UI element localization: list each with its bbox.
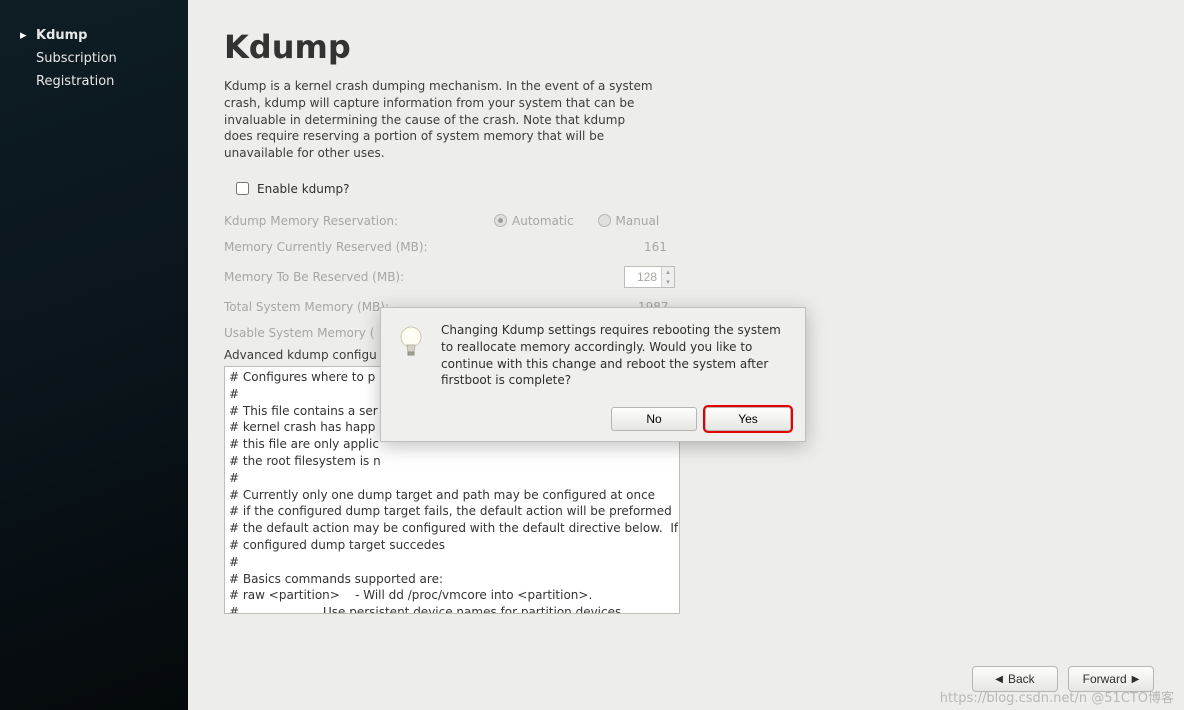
radio-unchecked-icon <box>598 214 611 227</box>
dialog-no-button[interactable]: No <box>611 407 697 431</box>
reservation-label: Kdump Memory Reservation: <box>224 214 494 228</box>
spinner-down-icon[interactable]: ▾ <box>662 277 674 287</box>
current-reserved-row: Memory Currently Reserved (MB): 161 <box>224 240 1144 254</box>
reboot-dialog: Changing Kdump settings requires rebooti… <box>380 307 806 442</box>
forward-button-label: Forward <box>1083 672 1127 686</box>
current-reserved-value: 161 <box>644 240 667 254</box>
arrow-right-icon: ▶ <box>1132 674 1140 685</box>
reservation-row: Kdump Memory Reservation: Automatic Manu… <box>224 214 1144 228</box>
to-reserve-row: Memory To Be Reserved (MB): ▴ ▾ <box>224 266 1144 288</box>
sidebar-item-label: Subscription <box>36 51 117 66</box>
sidebar-item-label: Registration <box>36 74 114 89</box>
automatic-label: Automatic <box>512 214 574 228</box>
page-title: Kdump <box>224 28 1144 66</box>
radio-checked-icon <box>494 214 507 227</box>
lightbulb-icon <box>395 324 427 364</box>
arrow-left-icon: ◀ <box>995 674 1003 685</box>
sidebar-item-registration[interactable]: Registration <box>0 70 188 93</box>
enable-kdump-row: Enable kdump? <box>224 182 1144 196</box>
dialog-body: Changing Kdump settings requires rebooti… <box>395 322 791 389</box>
sidebar-item-label: Kdump <box>36 28 88 43</box>
watermark-text: https://blog.csdn.net/n @51CTO博客 <box>940 687 1174 706</box>
manual-label: Manual <box>616 214 660 228</box>
reservation-automatic-radio[interactable]: Automatic <box>494 214 574 228</box>
current-reserved-label: Memory Currently Reserved (MB): <box>224 240 494 254</box>
reservation-radio-group: Automatic Manual <box>494 214 659 228</box>
spinner-buttons: ▴ ▾ <box>661 267 674 287</box>
dialog-buttons: No Yes <box>395 407 791 431</box>
to-reserve-label: Memory To Be Reserved (MB): <box>224 270 494 284</box>
to-reserve-input[interactable] <box>625 268 661 286</box>
sidebar-item-kdump[interactable]: Kdump <box>0 24 188 47</box>
dialog-yes-button[interactable]: Yes <box>705 407 791 431</box>
enable-kdump-label: Enable kdump? <box>257 182 350 196</box>
spinner-up-icon[interactable]: ▴ <box>662 267 674 277</box>
reservation-manual-radio[interactable]: Manual <box>598 214 660 228</box>
sidebar: Kdump Subscription Registration <box>0 0 188 710</box>
dialog-message: Changing Kdump settings requires rebooti… <box>441 322 791 389</box>
enable-kdump-checkbox[interactable] <box>236 182 249 195</box>
page-description: Kdump is a kernel crash dumping mechanis… <box>224 78 654 162</box>
to-reserve-spinner[interactable]: ▴ ▾ <box>624 266 675 288</box>
sidebar-item-subscription[interactable]: Subscription <box>0 47 188 70</box>
back-button-label: Back <box>1008 672 1035 686</box>
